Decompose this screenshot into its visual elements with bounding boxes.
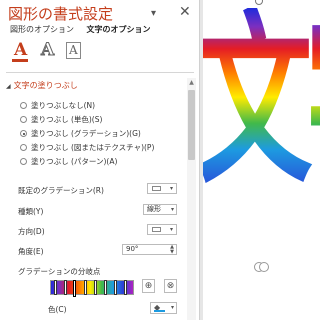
tab-shape-options[interactable]: 図形のオプション	[10, 25, 74, 34]
fill-option-gradient[interactable]: 塗りつぶし (グラデーション)(G)	[20, 128, 141, 139]
remove-stop-icon[interactable]: ⊗	[164, 279, 177, 293]
close-icon[interactable]: ✕	[179, 4, 191, 20]
pane-title: 図形の書式設定	[8, 5, 114, 23]
gradient-stop[interactable]	[64, 280, 67, 295]
fill-option-picture[interactable]: 塗りつぶし (図またはテクスチャ)(P)	[20, 142, 154, 153]
color-picker-button[interactable]: ◆ ▾	[150, 302, 177, 314]
pane-tabs: 図形のオプション 文字のオプション	[10, 24, 161, 35]
gradient-stop[interactable]	[73, 280, 76, 297]
color-indicator	[154, 310, 165, 312]
direction-label: 方向(D)	[18, 227, 45, 236]
textbox-icon[interactable]: A	[66, 42, 81, 59]
fill-option-solid[interactable]: 塗りつぶし (単色)(S)	[20, 114, 102, 125]
radio-icon[interactable]	[20, 116, 27, 123]
type-label: 種類(Y)	[18, 207, 44, 216]
angle-label: 角度(E)	[18, 247, 44, 256]
gradient-stop[interactable]	[114, 280, 117, 295]
chevron-down-icon: ▾	[170, 304, 174, 311]
gradient-stops-bar[interactable]	[50, 280, 134, 295]
spinner-icon[interactable]: ▲ ▼	[170, 245, 174, 255]
chevron-down-icon: ▾	[169, 185, 173, 192]
gradient-stop[interactable]	[84, 280, 87, 295]
selection-handle[interactable]	[259, 262, 269, 272]
color-label: 色(C)	[48, 305, 67, 314]
gradient-stop[interactable]	[94, 280, 97, 295]
angle-input[interactable]: 90° ▲ ▼	[122, 244, 177, 255]
fill-option-pattern[interactable]: 塗りつぶし (パターン)(A)	[20, 156, 117, 167]
gradient-stops-label: グラデーションの分岐点	[18, 267, 101, 276]
text-option-icons: A A A	[11, 40, 194, 64]
scroll-up-icon[interactable]: ▲	[187, 78, 196, 87]
gradient-stop[interactable]	[104, 280, 107, 295]
preset-gradient-dropdown[interactable]: ▾	[147, 183, 177, 194]
gradient-stop[interactable]	[54, 280, 57, 295]
scroll-thumb[interactable]	[188, 90, 195, 160]
slide-canvas: 文字	[203, 0, 320, 320]
preset-gradient-label: 既定のグラデーション(R)	[18, 186, 104, 195]
text-fill-icon[interactable]: A	[11, 40, 29, 62]
chevron-down-icon: ▾	[170, 206, 174, 213]
section-text-fill[interactable]: ◢ 文字の塗りつぶし	[6, 80, 78, 91]
add-stop-icon[interactable]: ⊕	[142, 279, 155, 293]
text-effects-icon[interactable]: A	[40, 40, 54, 61]
wordart-text[interactable]: 文字	[203, 8, 320, 194]
radio-icon[interactable]	[20, 144, 27, 151]
gradient-swatch-icon	[152, 186, 161, 191]
type-select[interactable]: 線形 ▾	[143, 204, 177, 215]
tab-text-options[interactable]: 文字のオプション	[87, 25, 151, 34]
fill-option-none[interactable]: 塗りつぶしなし(N)	[20, 100, 95, 111]
radio-icon[interactable]	[20, 102, 27, 109]
divider	[6, 72, 194, 73]
chevron-down-icon[interactable]: ▾	[151, 8, 156, 19]
collapse-triangle-icon[interactable]: ◢	[6, 83, 11, 90]
direction-dropdown[interactable]: ▾	[147, 224, 177, 235]
format-shape-pane: 図形の書式設定 ▾ ✕ 図形のオプション 文字のオプション A A A ▲ ◢ 文…	[0, 0, 199, 320]
direction-swatch-icon	[152, 227, 161, 232]
chevron-down-icon: ▾	[169, 226, 173, 233]
radio-icon[interactable]	[20, 158, 27, 165]
radio-icon[interactable]	[20, 130, 27, 137]
gradient-stop[interactable]	[124, 280, 127, 295]
